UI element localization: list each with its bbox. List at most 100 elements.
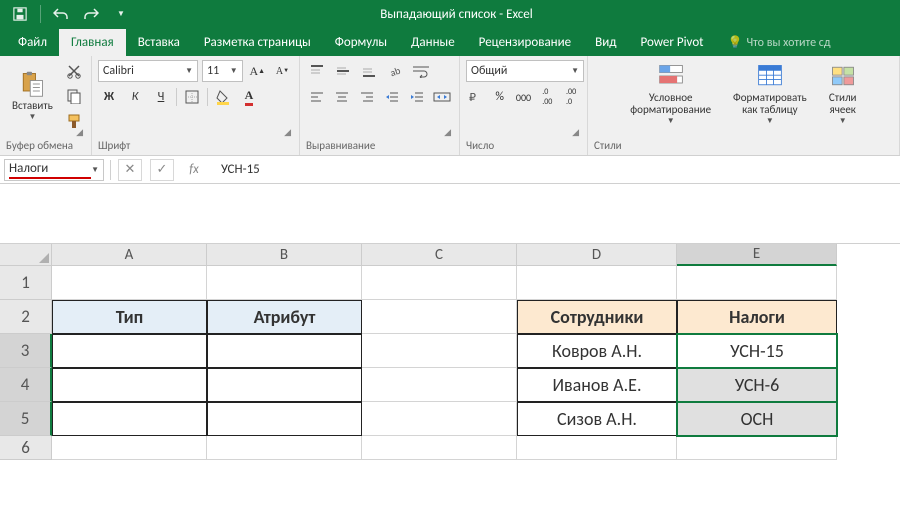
align-bottom-icon[interactable] (358, 60, 380, 82)
formula-enter-icon[interactable]: ✓ (150, 159, 174, 181)
col-header-C[interactable]: C (362, 244, 517, 266)
save-icon[interactable] (8, 3, 32, 25)
tell-me[interactable]: 💡 Что вы хотите сд (716, 29, 843, 56)
align-left-icon[interactable] (306, 86, 327, 108)
cell-E6[interactable] (677, 436, 837, 460)
group-alignment: ab Выравнивание◢ (300, 56, 460, 155)
cell-B5[interactable] (207, 402, 362, 436)
cell-C5[interactable] (362, 402, 517, 436)
cell-A6[interactable] (52, 436, 207, 460)
qat-customize-icon[interactable]: ▼ (109, 3, 133, 25)
increase-decimal-icon[interactable]: .0.00 (537, 86, 557, 108)
percent-icon[interactable]: % (490, 86, 510, 108)
cell-A2[interactable]: Тип (52, 300, 207, 334)
cell-D3[interactable]: Ковров А.Н. (517, 334, 677, 368)
row-header-5[interactable]: 5 (0, 402, 52, 436)
col-header-D[interactable]: D (517, 244, 677, 266)
cell-D5[interactable]: Сизов А.Н. (517, 402, 677, 436)
col-header-A[interactable]: A (52, 244, 207, 266)
tab-formulas[interactable]: Формулы (323, 29, 399, 56)
italic-button[interactable]: К (124, 86, 146, 108)
cut-icon[interactable] (63, 60, 85, 82)
formula-cancel-icon[interactable]: ✕ (118, 159, 142, 181)
tab-review[interactable]: Рецензирование (467, 29, 583, 56)
row-header-1[interactable]: 1 (0, 266, 52, 300)
font-size-combo[interactable]: 11▼ (202, 60, 243, 82)
cell-C6[interactable] (362, 436, 517, 460)
orientation-icon[interactable]: ab (384, 60, 406, 82)
col-header-E[interactable]: E (677, 244, 837, 266)
clipboard-launcher-icon[interactable]: ◢ (76, 127, 83, 138)
align-right-icon[interactable] (356, 86, 377, 108)
tab-layout[interactable]: Разметка страницы (192, 29, 323, 56)
cell-A5[interactable] (52, 402, 207, 436)
copy-icon[interactable] (63, 85, 85, 107)
align-top-icon[interactable] (306, 60, 328, 82)
cell-B1[interactable] (207, 266, 362, 300)
align-center-icon[interactable] (331, 86, 352, 108)
font-color-icon[interactable]: A (238, 86, 260, 108)
name-box[interactable]: Налоги ▼ (4, 159, 104, 181)
decrease-indent-icon[interactable] (382, 86, 403, 108)
increase-indent-icon[interactable] (407, 86, 428, 108)
font-launcher-icon[interactable]: ◢ (284, 127, 291, 138)
cell-A1[interactable] (52, 266, 207, 300)
shrink-font-icon[interactable]: A▼ (272, 60, 293, 82)
paste-button[interactable]: Вставить ▼ (6, 60, 59, 132)
row-header-2[interactable]: 2 (0, 300, 52, 334)
conditional-formatting-button[interactable]: Условное форматирование ▼ (624, 60, 717, 128)
format-as-table-button[interactable]: Форматировать как таблицу ▼ (727, 60, 813, 128)
align-launcher-icon[interactable]: ◢ (444, 127, 451, 138)
cell-E1[interactable] (677, 266, 837, 300)
comma-style-icon[interactable]: 000 (514, 86, 534, 108)
tab-home[interactable]: Главная (59, 29, 126, 56)
select-all-triangle[interactable] (0, 244, 52, 266)
cell-A4[interactable] (52, 368, 207, 402)
cell-E3[interactable]: УСН-15 (677, 334, 837, 368)
cell-C4[interactable] (362, 368, 517, 402)
fill-color-icon[interactable] (212, 86, 234, 108)
col-header-B[interactable]: B (207, 244, 362, 266)
number-launcher-icon[interactable]: ◢ (572, 127, 579, 138)
cell-E4[interactable]: УСН-6 (677, 368, 837, 402)
cell-C3[interactable] (362, 334, 517, 368)
tab-insert[interactable]: Вставка (126, 29, 192, 56)
cell-B4[interactable] (207, 368, 362, 402)
cell-D1[interactable] (517, 266, 677, 300)
cell-D2[interactable]: Сотрудники (517, 300, 677, 334)
tab-powerpivot[interactable]: Power Pivot (628, 29, 715, 56)
tab-data[interactable]: Данные (399, 29, 467, 56)
redo-icon[interactable] (79, 3, 103, 25)
cell-D4[interactable]: Иванов А.Е. (517, 368, 677, 402)
undo-icon[interactable] (49, 3, 73, 25)
cell-B6[interactable] (207, 436, 362, 460)
cell-D6[interactable] (517, 436, 677, 460)
row-header-6[interactable]: 6 (0, 436, 52, 460)
fx-icon[interactable]: fx (182, 159, 206, 181)
tab-file[interactable]: Файл (6, 29, 59, 56)
cell-B3[interactable] (207, 334, 362, 368)
row-header-4[interactable]: 4 (0, 368, 52, 402)
row-header-3[interactable]: 3 (0, 334, 52, 368)
underline-button[interactable]: Ч (150, 86, 172, 108)
cell-E2[interactable]: Налоги (677, 300, 837, 334)
formula-bar-value[interactable]: УСН-15 (213, 162, 896, 177)
bold-button[interactable]: Ж (98, 86, 120, 108)
borders-icon[interactable] (181, 86, 203, 108)
spreadsheet-grid[interactable]: A B C D E 1 2 Тип Атрибут Сотрудники Нал… (0, 244, 900, 460)
cell-B2[interactable]: Атрибут (207, 300, 362, 334)
cell-A3[interactable] (52, 334, 207, 368)
cell-C2[interactable] (362, 300, 517, 334)
number-format-combo[interactable]: Общий▼ (466, 60, 584, 82)
accounting-format-icon[interactable]: ₽ (466, 86, 486, 108)
cell-styles-button[interactable]: Стили ячеек ▼ (823, 60, 863, 128)
align-middle-icon[interactable] (332, 60, 354, 82)
cell-E5[interactable]: ОСН (677, 402, 837, 436)
wrap-text-icon[interactable] (410, 60, 432, 82)
merge-center-icon[interactable] (432, 86, 453, 108)
cell-C1[interactable] (362, 266, 517, 300)
decrease-decimal-icon[interactable]: .00.0 (561, 86, 581, 108)
grow-font-icon[interactable]: A▲ (247, 60, 268, 82)
font-name-combo[interactable]: Calibri▼ (98, 60, 198, 82)
tab-view[interactable]: Вид (583, 29, 628, 56)
